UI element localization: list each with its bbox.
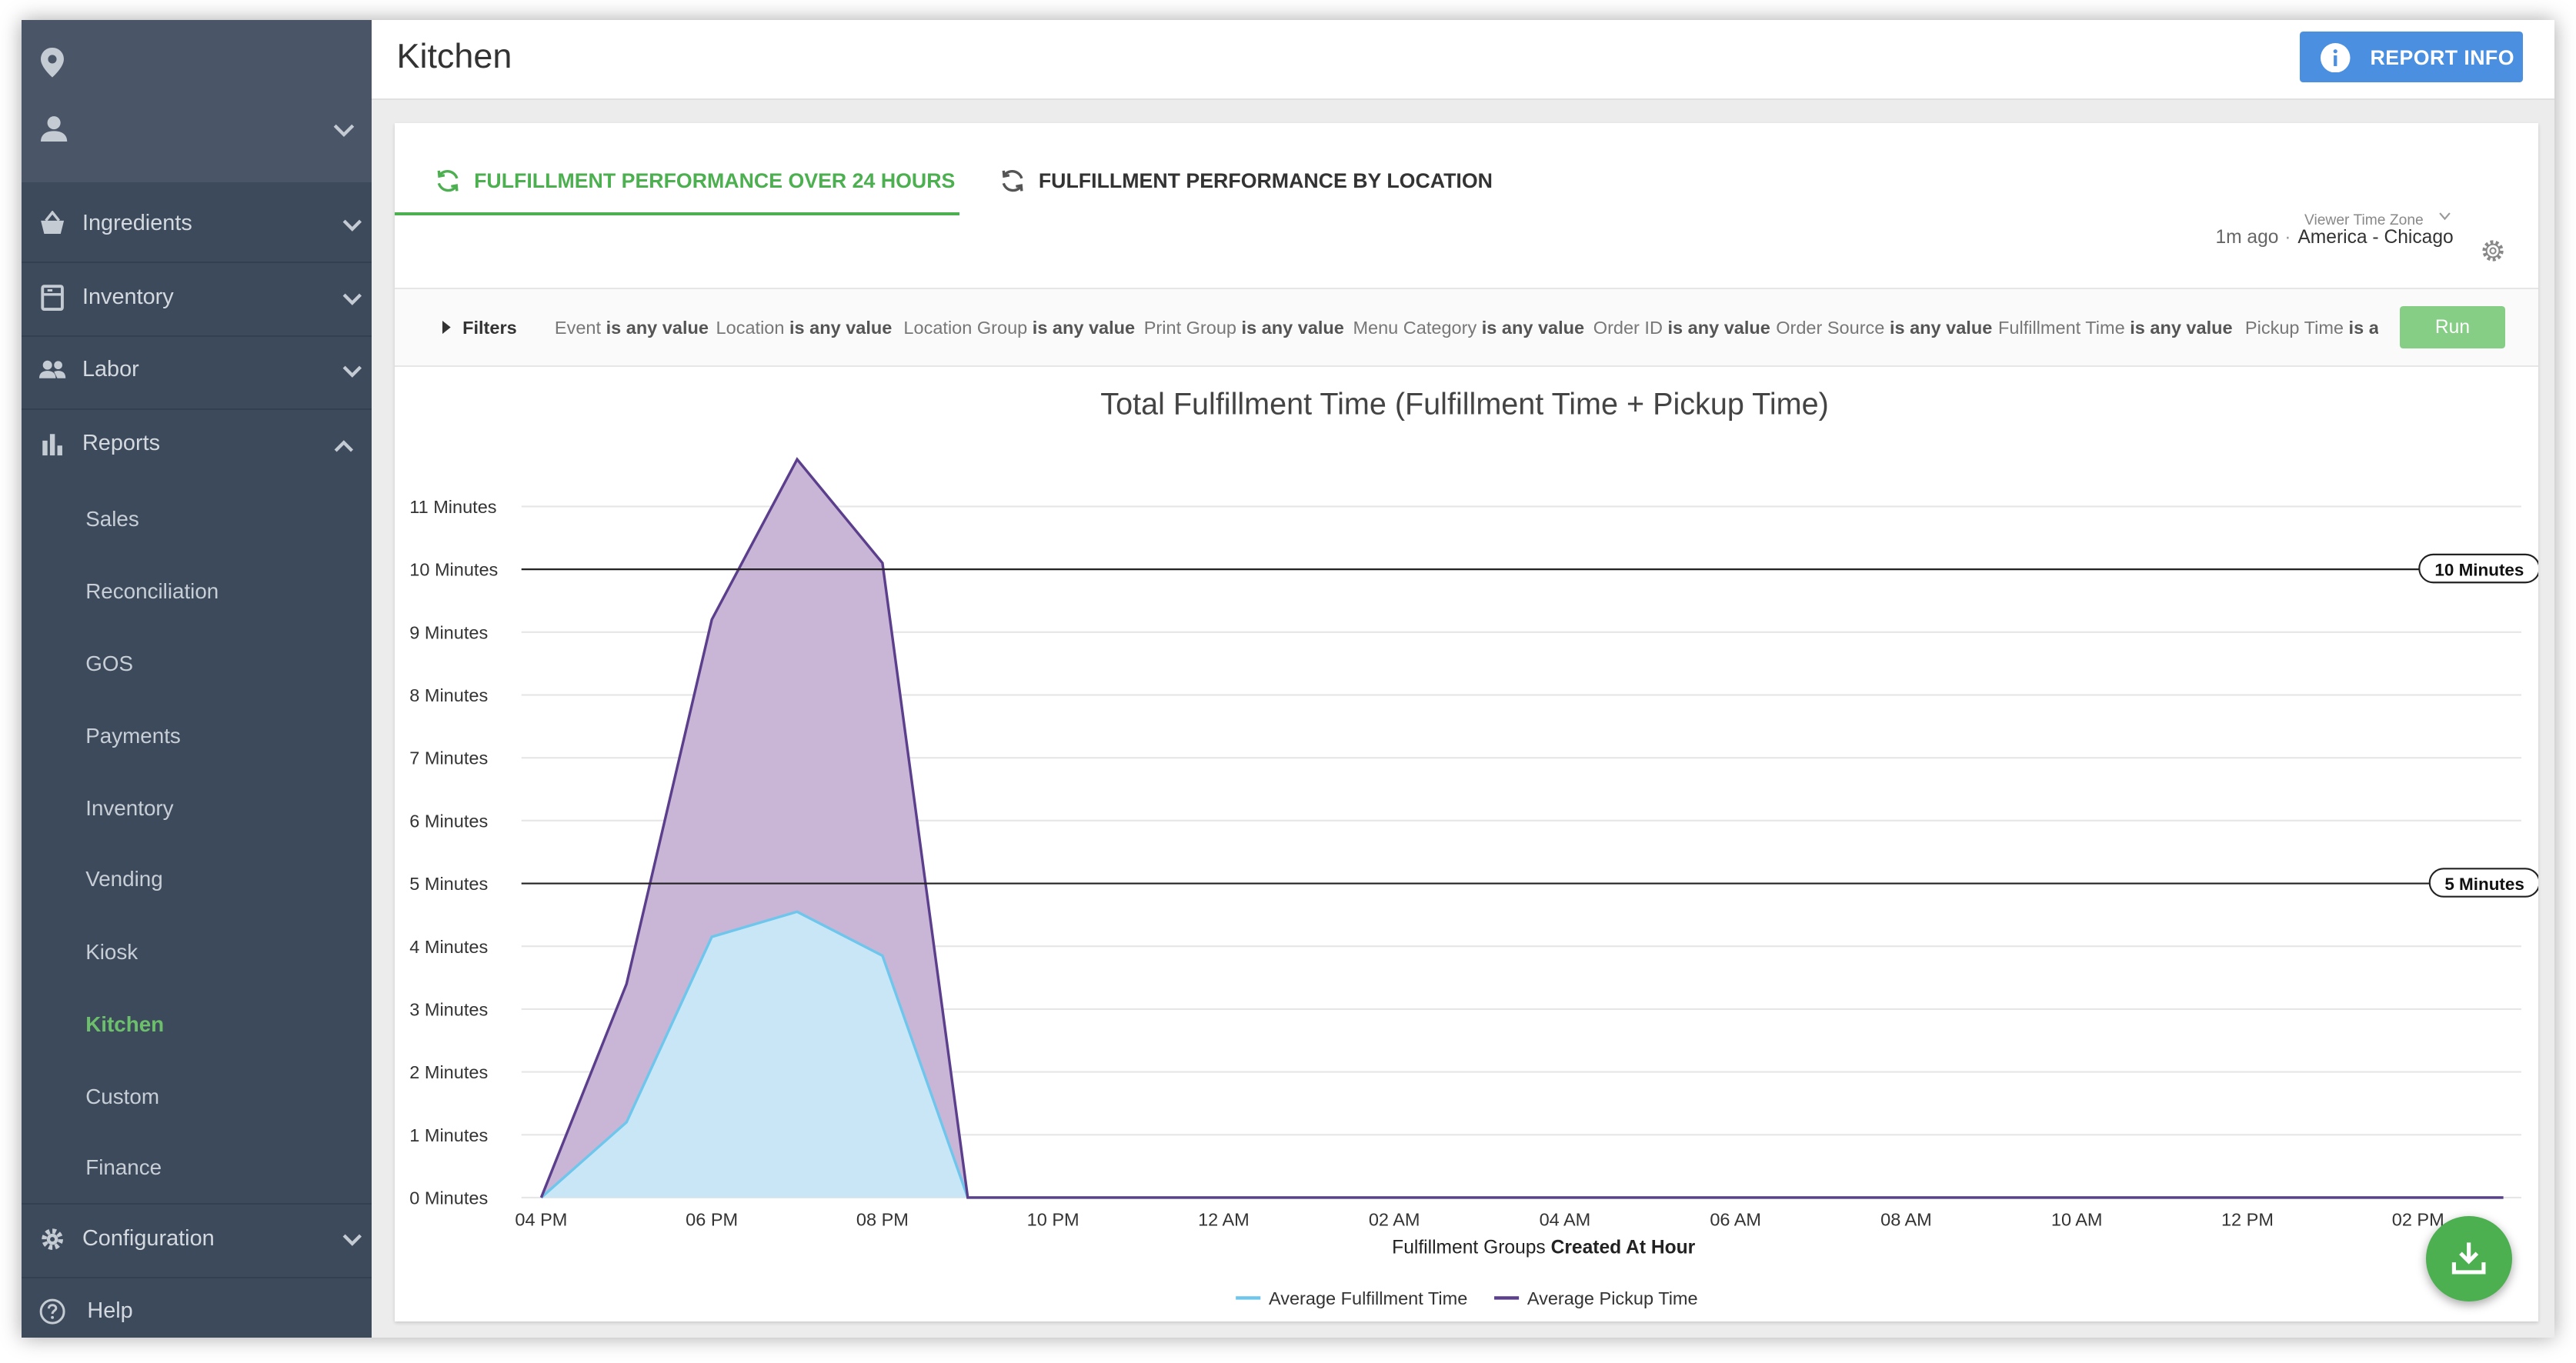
sidebar-item-reports[interactable]: Reports [22,410,372,482]
sidebar-subitem-reconciliation[interactable]: Reconciliation [85,579,219,604]
sidebar-item-labor[interactable]: Labor [21,335,372,410]
x-axis-label: Fulfillment Groups Created At Hour [1393,1238,1696,1258]
reference-line-label: 10 Minutes [2435,561,2524,580]
sidebar-item-label: Reports [82,431,161,456]
app-window: Ingredients Inventory Labor Reports Sale… [21,19,2555,1338]
y-tick-label: 3 Minutes [410,1000,489,1020]
download-icon [2452,1242,2486,1275]
basket-icon [41,210,65,234]
people-icon [39,360,66,378]
legend-label: Average Pickup Time [1527,1288,1698,1308]
sidebar-item-configuration[interactable]: Configuration [21,1202,372,1278]
sidebar-subitem-custom[interactable]: Custom [85,1085,159,1109]
bar-chart-icon [42,434,63,456]
y-tick-label: 7 Minutes [410,748,489,768]
sidebar-subitem-kiosk[interactable]: Kiosk [85,940,138,965]
y-tick-label: 1 Minutes [410,1125,489,1145]
chevron-down-icon[interactable] [342,219,362,232]
chevron-up-icon[interactable] [334,439,354,452]
fulfillment-chart: Total Fulfillment Time (Fulfillment Time… [410,388,2538,1308]
y-tick-label: 8 Minutes [410,685,489,705]
app-screen: Ingredients Inventory Labor Reports Sale… [0,0,2576,1363]
x-tick-label: 06 AM [1710,1210,1762,1230]
y-tick-label: 9 Minutes [410,623,489,643]
y-tick-label: 6 Minutes [410,811,489,831]
info-icon [2321,42,2351,73]
x-tick-label: 02 PM [2392,1210,2444,1230]
download-button[interactable] [2426,1215,2512,1302]
x-tick-label: 04 PM [516,1210,568,1230]
fulfillment-time-area [541,911,2504,1198]
y-tick-label: 5 Minutes [410,875,489,895]
chart-title: Total Fulfillment Time (Fulfillment Time… [1101,388,1829,422]
x-tick-label: 10 AM [2051,1210,2103,1230]
chevron-down-icon[interactable] [342,1234,362,1247]
x-tick-label: 06 PM [686,1210,739,1230]
y-tick-label: 2 Minutes [410,1063,489,1083]
sidebar-subitem-inventory[interactable]: Inventory [85,796,173,821]
sidebar-subitem-sales[interactable]: Sales [85,507,139,532]
sidebar-item-inventory[interactable]: Inventory [21,263,372,338]
report-card: FULFILLMENT PERFORMANCE OVER 24 HOURS FU… [395,123,2538,1321]
gear-icon [42,1228,64,1250]
page-header: Kitchen REPORT INFO [372,19,2555,101]
sidebar-item-label: Help [87,1298,133,1323]
x-tick-label: 04 AM [1540,1210,1591,1230]
user-icon[interactable] [41,115,68,142]
sidebar-header [21,19,372,183]
report-info-label: REPORT INFO [2370,45,2514,69]
sidebar-item-label: Inventory [82,285,174,310]
x-tick-label: 08 PM [856,1210,909,1230]
sidebar-item-label: Labor [82,357,139,382]
location-pin-icon[interactable] [41,48,65,78]
y-tick-label: 4 Minutes [410,937,489,957]
inventory-icon [41,285,65,312]
chevron-down-icon[interactable] [342,365,362,378]
y-tick-label: 0 Minutes [410,1188,489,1208]
x-tick-label: 12 PM [2221,1210,2274,1230]
x-tick-label: 10 PM [1027,1210,1079,1230]
x-tick-label: 08 AM [1881,1210,1933,1230]
report-info-button[interactable]: REPORT INFO [2299,31,2524,82]
help-icon [39,1298,65,1325]
y-tick-label: 10 Minutes [410,560,499,580]
y-tick-label: 11 Minutes [410,497,497,517]
x-tick-label: 02 AM [1369,1210,1420,1230]
legend-label: Average Fulfillment Time [1269,1288,1467,1308]
sidebar-subitem-payments[interactable]: Payments [85,724,181,748]
chevron-down-icon[interactable] [332,123,355,138]
reference-line-label: 5 Minutes [2445,875,2525,895]
page-title: Kitchen [396,36,512,76]
x-tick-label: 12 AM [1198,1210,1250,1230]
sidebar-subitem-gos[interactable]: GOS [85,652,133,676]
sidebar-item-ingredients[interactable]: Ingredients [21,189,372,264]
sidebar-subitem-vending[interactable]: Vending [85,867,162,891]
sidebar-subitem-kitchen[interactable]: Kitchen [85,1012,164,1037]
sidebar-item-label: Ingredients [82,210,192,235]
sidebar-item-label: Configuration [82,1225,215,1251]
chevron-down-icon[interactable] [342,293,362,306]
sidebar-subitem-finance[interactable]: Finance [85,1155,162,1180]
sidebar: Ingredients Inventory Labor Reports Sale… [21,19,372,1338]
sidebar-item-help[interactable]: Help [22,1277,372,1338]
